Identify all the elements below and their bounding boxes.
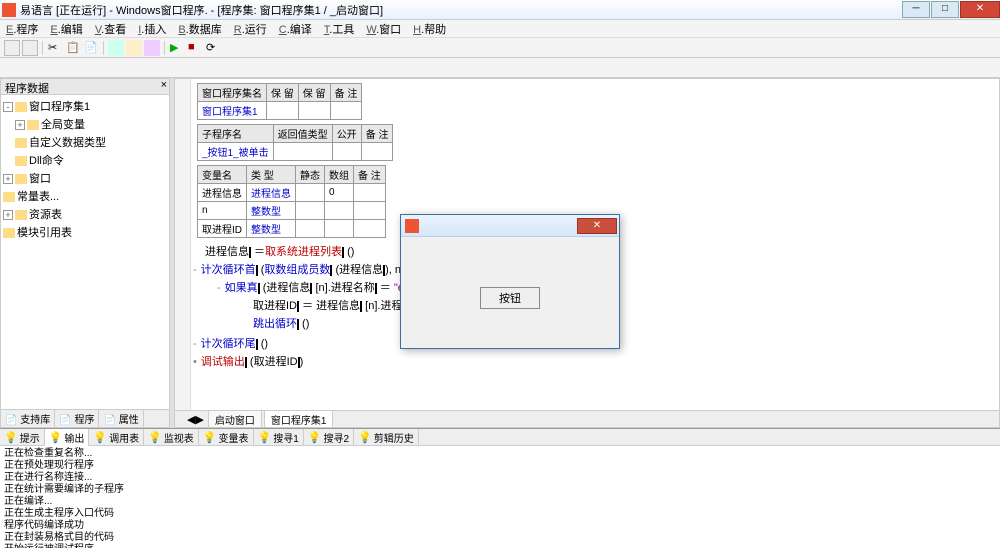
output-content[interactable]: 正在检查重复名称...正在预处理现行程序正在进行名称连接...正在统计需要编译的…	[0, 446, 1000, 548]
tree-node[interactable]: +全局变量	[3, 115, 167, 133]
output-line: 程序代码编译成功	[4, 520, 996, 532]
tree-node[interactable]: 模块引用表	[3, 223, 167, 241]
output-line: 正在编译...	[4, 496, 996, 508]
tool-icon[interactable]	[76, 60, 92, 76]
dialog-button[interactable]: 按钮	[480, 287, 540, 309]
menu-item[interactable]: C.编译	[277, 21, 314, 37]
tool-icon[interactable]	[126, 40, 142, 56]
output-tab[interactable]: 💡提示	[0, 429, 45, 446]
tool-icon[interactable]	[22, 40, 38, 56]
tool-icon[interactable]	[58, 60, 74, 76]
menu-item[interactable]: H.帮助	[411, 21, 448, 37]
table-subroutine: 子程序名返回值类型公开备 注 _按钮1_被单击	[197, 124, 393, 161]
tool-icon[interactable]: ⟳	[205, 40, 221, 56]
tool-icon[interactable]	[40, 60, 56, 76]
output-line: 正在检查重复名称...	[4, 448, 996, 460]
tree-node[interactable]: -窗口程序集1	[3, 97, 167, 115]
window-controls: ─ □ ✕	[901, 1, 1000, 18]
left-tabs: 📄 支持库📄 程序📄 属性	[1, 409, 169, 427]
output-line: 正在预处理现行程序	[4, 460, 996, 472]
maximize-button[interactable]: □	[931, 1, 959, 18]
left-tab[interactable]: 📄 程序	[55, 410, 99, 427]
menu-item[interactable]: E.编辑	[48, 21, 84, 37]
menu-item[interactable]: B.数据库	[176, 21, 223, 37]
dialog-close-button[interactable]: ✕	[577, 218, 617, 234]
table-variables: 变量名类 型静态数组备 注进程信息进程信息0n整数型取进程ID整数型	[197, 165, 386, 238]
menu-item[interactable]: E.程序	[4, 21, 40, 37]
table-program-set: 窗口程序集名保 留保 留备 注 窗口程序集1	[197, 83, 362, 120]
tool-icon[interactable]	[4, 40, 20, 56]
output-tab[interactable]: 💡搜寻2	[304, 429, 354, 446]
project-panel: 程序数据 × -窗口程序集1+全局变量自定义数据类型Dll命令+窗口常量表...…	[0, 78, 170, 428]
tool-icon[interactable]	[4, 60, 20, 76]
output-line: 开始运行被调试程序	[4, 544, 996, 548]
app-icon	[2, 3, 16, 17]
paste-icon[interactable]: 📄	[83, 40, 99, 56]
menu-item[interactable]: W.窗口	[364, 21, 403, 37]
cut-icon[interactable]: ✂	[47, 40, 63, 56]
output-tab[interactable]: 💡监视表	[144, 429, 199, 446]
output-line: 正在封装易格式目的代码	[4, 532, 996, 544]
output-tab[interactable]: 💡搜寻1	[254, 429, 304, 446]
dialog-titlebar[interactable]: ✕	[401, 215, 619, 237]
tool-icon[interactable]	[108, 40, 124, 56]
panel-title: 程序数据 ×	[1, 79, 169, 95]
output-tab[interactable]: 💡输出	[45, 429, 90, 446]
output-tabs: 💡提示💡输出💡调用表💡监视表💡变量表💡搜寻1💡搜寻2💡剪辑历史	[0, 429, 1000, 446]
menu-item[interactable]: R.运行	[232, 21, 269, 37]
tree-node[interactable]: +窗口	[3, 169, 167, 187]
run-icon[interactable]: ▶	[169, 40, 185, 56]
tool-icon[interactable]	[22, 60, 38, 76]
tool-icon[interactable]	[144, 40, 160, 56]
toolbar-1: ✂ 📋 📄 ▶ ■ ⟳	[0, 38, 1000, 58]
menu-item[interactable]: I.插入	[136, 21, 168, 37]
output-line: 正在进行名称连接...	[4, 472, 996, 484]
editor-tab[interactable]: 窗口程序集1	[264, 410, 334, 429]
dialog-icon	[405, 219, 419, 233]
stop-icon[interactable]: ■	[187, 40, 203, 56]
output-line: 正在统计需要编译的子程序	[4, 484, 996, 496]
close-button[interactable]: ✕	[960, 1, 1000, 18]
left-tab[interactable]: 📄 支持库	[1, 410, 55, 427]
menu-item[interactable]: V.查看	[93, 21, 128, 37]
output-tab[interactable]: 💡剪辑历史	[354, 429, 419, 446]
window-title: 易语言 [正在运行] - Windows窗口程序. - [程序集: 窗口程序集1…	[20, 2, 901, 18]
tree-node[interactable]: 常量表...	[3, 187, 167, 205]
menubar: E.程序 E.编辑 V.查看 I.插入 B.数据库 R.运行 C.编译 T.工具 W.窗口 H.帮…	[0, 20, 1000, 38]
toolbar-2	[0, 58, 1000, 78]
menu-item[interactable]: T.工具	[322, 21, 357, 37]
editor-tab[interactable]: 启动窗口	[208, 410, 262, 429]
copy-icon[interactable]: 📋	[65, 40, 81, 56]
tree-node[interactable]: 自定义数据类型	[3, 133, 167, 151]
output-panel: 💡提示💡输出💡调用表💡监视表💡变量表💡搜寻1💡搜寻2💡剪辑历史 正在检查重复名称…	[0, 428, 1000, 548]
output-tab[interactable]: 💡变量表	[199, 429, 254, 446]
code-line[interactable]: •调试输出 (取进程ID)	[197, 352, 995, 370]
titlebar: 易语言 [正在运行] - Windows窗口程序. - [程序集: 窗口程序集1…	[0, 0, 1000, 20]
runtime-dialog: ✕ 按钮	[400, 214, 620, 349]
output-tab[interactable]: 💡调用表	[89, 429, 144, 446]
tree-node[interactable]: +资源表	[3, 205, 167, 223]
left-tab[interactable]: 📄 属性	[99, 410, 143, 427]
panel-close-icon[interactable]: ×	[161, 79, 167, 91]
output-line: 正在生成主程序入口代码	[4, 508, 996, 520]
minimize-button[interactable]: ─	[902, 1, 930, 18]
editor-tabs: ◀▶启动窗口窗口程序集1	[175, 410, 999, 427]
project-tree[interactable]: -窗口程序集1+全局变量自定义数据类型Dll命令+窗口常量表...+资源表模块引…	[1, 95, 169, 409]
tree-node[interactable]: Dll命令	[3, 151, 167, 169]
editor-gutter	[175, 79, 191, 410]
